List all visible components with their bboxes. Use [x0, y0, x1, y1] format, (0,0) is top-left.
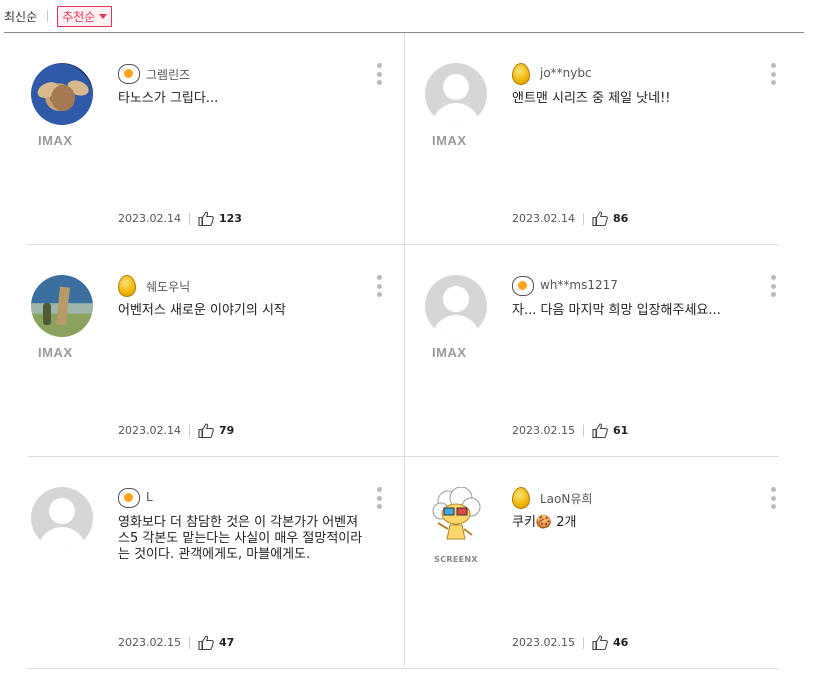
- like-count: 46: [612, 636, 629, 649]
- sort-bar: 최신순 추천순: [4, 5, 113, 27]
- review-card: L 영화보다 더 참담한 것은 이 각본가가 어벤져스5 각본도 맡는다는 사실…: [28, 457, 403, 668]
- review-meta: 2023.02.14 79: [118, 423, 234, 438]
- review-text: 쿠키🍪 2개: [512, 515, 577, 530]
- thumbs-up-icon: [198, 211, 214, 226]
- more-options-icon[interactable]: [770, 487, 776, 509]
- review-text: 타노스가 그립다...: [118, 91, 219, 106]
- like-button[interactable]: 46: [592, 635, 628, 650]
- like-count: 61: [612, 424, 629, 437]
- review-meta: 2023.02.15 46: [512, 635, 628, 650]
- like-button[interactable]: 47: [198, 635, 234, 650]
- like-count: 123: [218, 212, 242, 225]
- nickname: jo**nybc: [540, 66, 592, 80]
- review-date: 2023.02.14: [118, 212, 181, 225]
- like-button[interactable]: 123: [198, 211, 242, 226]
- review-card: IMAX 그렘린즈 타노스가 그립다... 2023.02.14 123: [28, 33, 403, 244]
- gold-egg-icon: [118, 275, 138, 297]
- review-card: SCREENX LaoN유희 쿠키🍪 2개 2023.02.15 46: [422, 457, 797, 668]
- review-meta: 2023.02.14 86: [512, 211, 628, 226]
- like-count: 47: [218, 636, 235, 649]
- nickname: 그렘린즈: [146, 68, 191, 82]
- more-options-icon[interactable]: [376, 487, 382, 509]
- like-button[interactable]: 61: [592, 423, 628, 438]
- caret-down-icon: [99, 13, 108, 19]
- thumbs-up-icon: [592, 635, 608, 650]
- gold-egg-icon: [512, 487, 532, 509]
- review-text: 자... 다음 마지막 희망 입장해주세요...: [512, 303, 721, 318]
- user-avatar[interactable]: [425, 63, 487, 125]
- more-options-icon[interactable]: [770, 63, 776, 85]
- gold-egg-icon: [512, 63, 532, 85]
- more-options-icon[interactable]: [376, 63, 382, 85]
- user-avatar[interactable]: [31, 275, 93, 337]
- imax-badge: IMAX: [38, 345, 73, 360]
- review-row: L 영화보다 더 참담한 것은 이 각본가가 어벤져스5 각본도 맡는다는 사실…: [28, 457, 779, 669]
- like-count: 86: [612, 212, 629, 225]
- like-button[interactable]: 86: [592, 211, 628, 226]
- thumbs-up-icon: [198, 635, 214, 650]
- sort-divider: [47, 10, 49, 22]
- nickname: L: [146, 490, 153, 504]
- user-avatar[interactable]: [31, 487, 93, 549]
- review-text: 어벤저스 새로운 이야기의 시작: [118, 303, 286, 318]
- imax-badge: IMAX: [432, 133, 467, 148]
- user-avatar[interactable]: [425, 275, 487, 337]
- review-row: IMAX 그렘린즈 타노스가 그립다... 2023.02.14 123 IMA…: [28, 33, 779, 245]
- imax-badge: IMAX: [432, 345, 467, 360]
- thumbs-up-icon: [592, 211, 608, 226]
- review-text: 앤트맨 시리즈 중 제일 낫네!!: [512, 91, 671, 106]
- user-avatar[interactable]: [31, 63, 93, 125]
- review-date: 2023.02.15: [512, 636, 575, 649]
- nickname: LaoN유희: [540, 492, 593, 506]
- like-button[interactable]: 79: [198, 423, 234, 438]
- sort-latest-button[interactable]: 최신순: [4, 8, 37, 25]
- fried-egg-icon: [118, 487, 140, 509]
- fried-egg-icon: [512, 275, 534, 297]
- nickname: wh**ms1217: [540, 278, 618, 292]
- sort-recommended-button[interactable]: 추천순: [57, 5, 113, 27]
- review-card: IMAX wh**ms1217 자... 다음 마지막 희망 입장해주세요...…: [422, 245, 797, 456]
- imax-badge: IMAX: [38, 133, 73, 148]
- review-date: 2023.02.15: [118, 636, 181, 649]
- nickname: 쉐도우닉: [146, 280, 191, 294]
- thumbs-up-icon: [592, 423, 608, 438]
- thumbs-up-icon: [198, 423, 214, 438]
- review-meta: 2023.02.15 61: [512, 423, 628, 438]
- like-count: 79: [218, 424, 235, 437]
- review-text: 영화보다 더 참담한 것은 이 각본가가 어벤져스5 각본도 맡는다는 사실이 …: [118, 515, 363, 562]
- review-row: IMAX 쉐도우닉 어벤저스 새로운 이야기의 시작 2023.02.14 79…: [28, 245, 779, 457]
- review-date: 2023.02.14: [512, 212, 575, 225]
- review-grid: IMAX 그렘린즈 타노스가 그립다... 2023.02.14 123 IMA…: [28, 33, 779, 669]
- review-meta: 2023.02.14 123: [118, 211, 242, 226]
- review-meta: 2023.02.15 47: [118, 635, 234, 650]
- sort-recommended-label: 추천순: [62, 9, 96, 24]
- review-card: IMAX 쉐도우닉 어벤저스 새로운 이야기의 시작 2023.02.14 79: [28, 245, 403, 456]
- fried-egg-icon: [118, 63, 140, 85]
- review-card: IMAX jo**nybc 앤트맨 시리즈 중 제일 낫네!! 2023.02.…: [422, 33, 797, 244]
- review-date: 2023.02.14: [118, 424, 181, 437]
- screenx-badge: SCREENX: [434, 555, 478, 564]
- review-date: 2023.02.15: [512, 424, 575, 437]
- user-avatar[interactable]: [428, 487, 484, 547]
- more-options-icon[interactable]: [770, 275, 776, 297]
- more-options-icon[interactable]: [376, 275, 382, 297]
